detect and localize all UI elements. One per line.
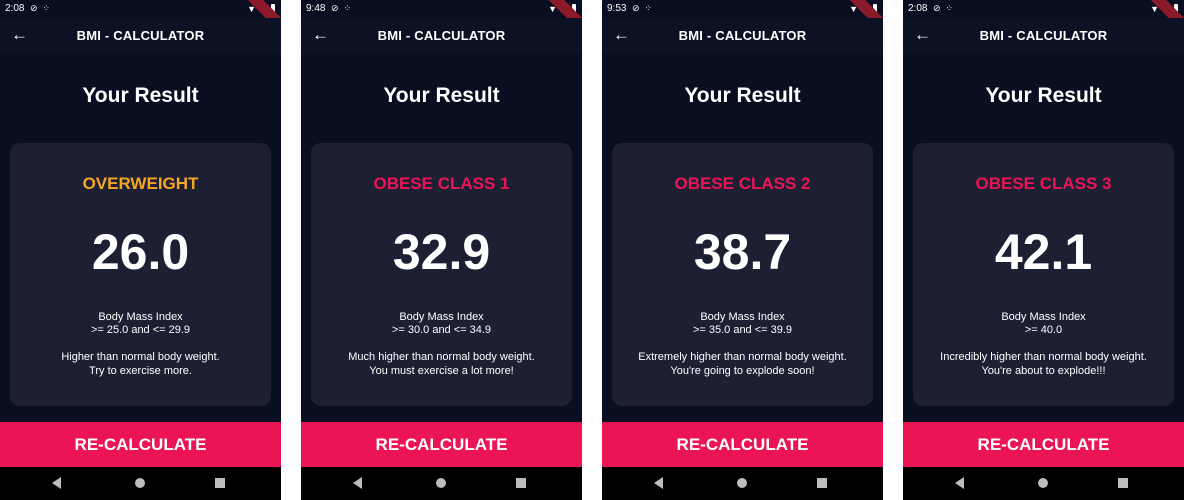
- bmi-category: OBESE CLASS 3: [975, 174, 1112, 193]
- bmi-range: >= 30.0 and <= 34.9: [391, 324, 492, 336]
- bmi-label: Body Mass Index: [399, 311, 484, 323]
- recalculate-button[interactable]: RE-CALCULATE: [301, 422, 582, 467]
- nav-home-icon[interactable]: [436, 478, 446, 488]
- bmi-range: >= 25.0 and <= 29.9: [90, 324, 191, 336]
- status-time: 2:08: [5, 3, 25, 14]
- status-time: 9:53: [607, 3, 627, 14]
- system-nav-bar: [0, 467, 281, 500]
- advice-line-1: Higher than normal body weight.: [61, 351, 220, 363]
- app-bar: ← BMI - CALCULATOR: [903, 18, 1184, 53]
- nav-recents-icon[interactable]: [817, 478, 827, 488]
- bmi-label-block: Body Mass Index >= 40.0: [913, 311, 1174, 337]
- status-bar: 9:48 ⊘⁘ ▼◢: [301, 0, 582, 18]
- status-bar: 2:08 ⊘⁘ ▼◢: [0, 0, 281, 18]
- notification-dots-icon: ⁘: [644, 3, 653, 13]
- status-bar: 9:53 ⊘⁘ ▼◢: [602, 0, 883, 18]
- sync-icon: ⊘: [632, 3, 640, 13]
- advice-line-1: Much higher than normal body weight.: [348, 351, 535, 363]
- bmi-range: >= 40.0: [1024, 324, 1063, 336]
- app-title: BMI - CALCULATOR: [678, 28, 807, 43]
- bmi-label: Body Mass Index: [700, 311, 785, 323]
- nav-recents-icon[interactable]: [516, 478, 526, 488]
- page-title: Your Result: [985, 84, 1102, 107]
- recalculate-button[interactable]: RE-CALCULATE: [0, 422, 281, 467]
- phone-screen-3: 9:53 ⊘⁘ ▼◢ ← BMI - CALCULATOR Your Resul…: [602, 0, 883, 500]
- bmi-advice: Incredibly higher than normal body weigh…: [913, 350, 1174, 378]
- bmi-range: >= 35.0 and <= 39.9: [692, 324, 793, 336]
- app-title: BMI - CALCULATOR: [979, 28, 1108, 43]
- app-title: BMI - CALCULATOR: [377, 28, 506, 43]
- nav-recents-icon[interactable]: [1118, 478, 1128, 488]
- bmi-value: 42.1: [994, 224, 1093, 280]
- status-bar: 2:08 ⊘⁘ ▼◢: [903, 0, 1184, 18]
- sync-icon: ⊘: [933, 3, 941, 13]
- nav-home-icon[interactable]: [135, 478, 145, 488]
- app-bar: ← BMI - CALCULATOR: [0, 18, 281, 53]
- system-nav-bar: [301, 467, 582, 500]
- app-title: BMI - CALCULATOR: [76, 28, 205, 43]
- recalculate-button[interactable]: RE-CALCULATE: [602, 422, 883, 467]
- bmi-value: 38.7: [693, 224, 792, 280]
- sync-icon: ⊘: [30, 3, 38, 13]
- result-card: OBESE CLASS 1 32.9 Body Mass Index >= 30…: [311, 143, 572, 406]
- nav-back-icon[interactable]: [52, 477, 61, 489]
- notification-dots-icon: ⁘: [42, 3, 51, 13]
- system-nav-bar: [903, 467, 1184, 500]
- nav-back-icon[interactable]: [955, 477, 964, 489]
- app-bar: ← BMI - CALCULATOR: [301, 18, 582, 53]
- advice-line-2: You must exercise a lot more!: [369, 365, 514, 377]
- advice-line-2: Try to exercise more.: [89, 365, 192, 377]
- status-time: 9:48: [306, 3, 326, 14]
- notification-dots-icon: ⁘: [343, 3, 352, 13]
- advice-line-1: Incredibly higher than normal body weigh…: [940, 351, 1147, 363]
- bmi-advice: Much higher than normal body weight. You…: [311, 350, 572, 378]
- sync-icon: ⊘: [331, 3, 339, 13]
- bmi-value: 26.0: [91, 224, 190, 280]
- bmi-value: 32.9: [392, 224, 491, 280]
- bmi-label: Body Mass Index: [1001, 311, 1086, 323]
- bmi-advice: Extremely higher than normal body weight…: [612, 350, 873, 378]
- result-card: OVERWEIGHT 26.0 Body Mass Index >= 25.0 …: [10, 143, 271, 406]
- nav-home-icon[interactable]: [1038, 478, 1048, 488]
- bmi-label-block: Body Mass Index >= 25.0 and <= 29.9: [10, 311, 271, 337]
- app-bar: ← BMI - CALCULATOR: [602, 18, 883, 53]
- phone-screen-2: 9:48 ⊘⁘ ▼◢ ← BMI - CALCULATOR Your Resul…: [301, 0, 582, 500]
- advice-line-1: Extremely higher than normal body weight…: [638, 351, 847, 363]
- recalculate-button[interactable]: RE-CALCULATE: [903, 422, 1184, 467]
- bmi-category: OBESE CLASS 2: [674, 174, 811, 193]
- notification-dots-icon: ⁘: [945, 3, 954, 13]
- nav-back-icon[interactable]: [353, 477, 362, 489]
- page-title: Your Result: [684, 84, 801, 107]
- bmi-label: Body Mass Index: [98, 311, 183, 323]
- nav-home-icon[interactable]: [737, 478, 747, 488]
- bmi-category: OBESE CLASS 1: [373, 174, 510, 193]
- advice-line-2: You're going to explode soon!: [670, 365, 815, 377]
- system-nav-bar: [602, 467, 883, 500]
- phone-screen-1: 2:08 ⊘⁘ ▼◢ ← BMI - CALCULATOR Your Resul…: [0, 0, 281, 500]
- result-card: OBESE CLASS 3 42.1 Body Mass Index >= 40…: [913, 143, 1174, 406]
- bmi-label-block: Body Mass Index >= 35.0 and <= 39.9: [612, 311, 873, 337]
- result-card: OBESE CLASS 2 38.7 Body Mass Index >= 35…: [612, 143, 873, 406]
- status-time: 2:08: [908, 3, 928, 14]
- bmi-advice: Higher than normal body weight. Try to e…: [10, 350, 271, 378]
- bmi-label-block: Body Mass Index >= 30.0 and <= 34.9: [311, 311, 572, 337]
- nav-recents-icon[interactable]: [215, 478, 225, 488]
- bmi-category: OVERWEIGHT: [82, 174, 199, 193]
- nav-back-icon[interactable]: [654, 477, 663, 489]
- phone-screen-4: 2:08 ⊘⁘ ▼◢ ← BMI - CALCULATOR Your Resul…: [903, 0, 1184, 500]
- page-title: Your Result: [383, 84, 500, 107]
- page-title: Your Result: [82, 84, 199, 107]
- advice-line-2: You're about to explode!!!: [981, 365, 1106, 377]
